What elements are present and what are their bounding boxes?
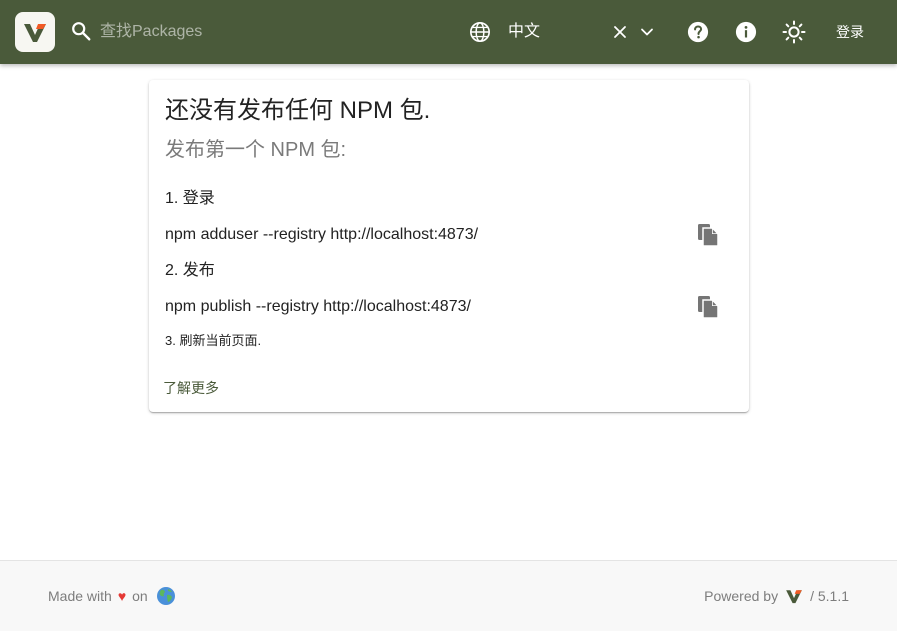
info-icon[interactable] — [735, 21, 757, 43]
card-title: 还没有发布任何 NPM 包. — [165, 97, 431, 124]
sun-icon[interactable] — [782, 20, 806, 44]
app-root: 中文 — [0, 0, 897, 631]
card-subtitle: 发布第一个 NPM 包: — [165, 139, 347, 161]
publish-command: npm publish --registry http://localhost:… — [165, 298, 471, 315]
heart-icon: ♥ — [117, 588, 127, 604]
verdaccio-logo[interactable] — [15, 12, 55, 52]
on-text: on — [132, 588, 148, 604]
globe-icon — [470, 22, 490, 42]
footer-made-with: Made with ♥ on — [48, 586, 176, 606]
help-icon[interactable] — [687, 21, 709, 43]
learn-more-link[interactable]: 了解更多 — [163, 379, 219, 397]
top-bar: 中文 — [0, 0, 897, 64]
powered-by-text: Powered by — [704, 588, 779, 604]
step-3-text: 3. 刷新当前页面. — [165, 333, 262, 348]
logo-icon — [24, 24, 46, 42]
version-text: / 5.1.1 — [810, 588, 849, 604]
adduser-command: npm adduser --registry http://localhost:… — [165, 226, 479, 243]
copy-icon[interactable] — [697, 223, 719, 247]
chevron-down-icon[interactable] — [640, 25, 654, 39]
footer: Made with ♥ on Powered by / 5.1.1 — [0, 560, 897, 631]
footer-powered-by: Powered by / 5.1.1 — [704, 586, 849, 606]
made-with-text: Made with — [48, 588, 112, 604]
step-2-label: 2. 发布 — [165, 262, 215, 279]
search-input[interactable] — [100, 18, 400, 46]
empty-state-card: 还没有发布任何 NPM 包. 发布第一个 NPM 包: 1. 登录 npm ad… — [149, 80, 749, 412]
earth-icon[interactable] — [156, 586, 176, 606]
verdaccio-small-logo[interactable] — [784, 586, 804, 606]
login-button[interactable]: 登录 — [826, 16, 874, 48]
search-icon — [72, 22, 91, 41]
language-select-value[interactable]: 中文 — [508, 22, 540, 42]
step-1-label: 1. 登录 — [165, 190, 215, 207]
copy-icon[interactable] — [697, 295, 719, 319]
close-icon[interactable] — [612, 24, 628, 40]
